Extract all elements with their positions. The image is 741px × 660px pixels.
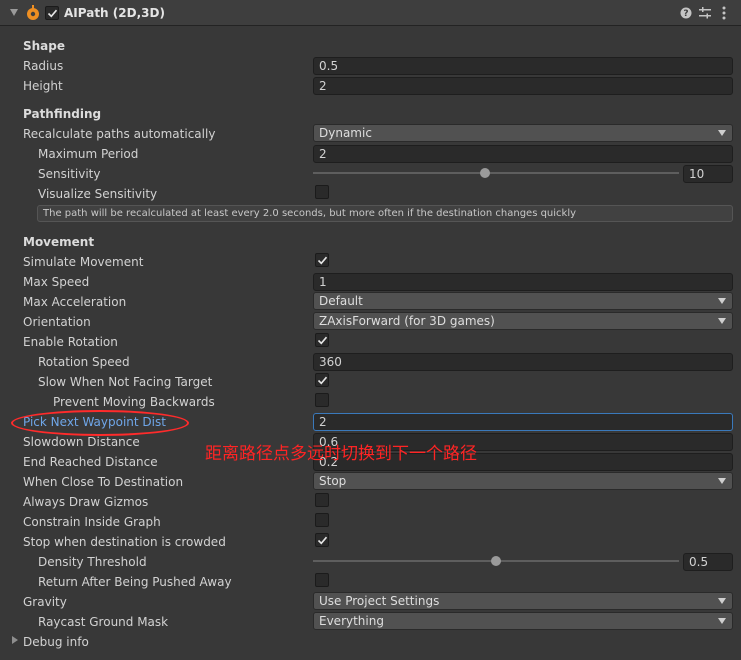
- section-shape: Shape: [23, 39, 66, 53]
- visualize-sensitivity-label: Visualize Sensitivity: [38, 187, 158, 201]
- visualize-sensitivity-checkbox[interactable]: [315, 185, 329, 199]
- stop-when-crowded-label: Stop when destination is crowded: [23, 535, 226, 549]
- script-icon: [25, 5, 41, 21]
- chevron-down-icon: [718, 478, 726, 484]
- checkmark-icon: [317, 536, 328, 545]
- checkmark-icon: [317, 376, 328, 385]
- help-icon[interactable]: ?: [680, 7, 692, 19]
- simulate-movement-label: Simulate Movement: [23, 255, 144, 269]
- radius-label: Radius: [23, 59, 64, 73]
- when-close-label: When Close To Destination: [23, 475, 184, 489]
- raycast-ground-mask-dropdown[interactable]: Everything: [313, 612, 733, 630]
- section-pathfinding: Pathfinding: [23, 107, 102, 121]
- component-title: AIPath (2D,3D): [64, 6, 165, 20]
- always-draw-gizmos-label: Always Draw Gizmos: [23, 495, 149, 509]
- component-enabled-checkbox[interactable]: [45, 6, 59, 20]
- annotation-note: 距离路径点多远时切换到下一个路径: [205, 444, 477, 464]
- stop-when-crowded-checkbox[interactable]: [315, 533, 329, 547]
- height-field[interactable]: 2: [313, 77, 733, 95]
- section-movement: Movement: [23, 235, 95, 249]
- chevron-down-icon: [718, 618, 726, 624]
- enable-rotation-label: Enable Rotation: [23, 335, 118, 349]
- max-speed-label: Max Speed: [23, 275, 90, 289]
- annotation-ellipse: [11, 410, 189, 436]
- sensitivity-field[interactable]: 10: [683, 165, 733, 183]
- more-options-icon[interactable]: [722, 6, 726, 20]
- recalculate-dropdown[interactable]: Dynamic: [313, 124, 733, 142]
- slow-when-not-facing-checkbox[interactable]: [315, 373, 329, 387]
- height-label: Height: [23, 79, 63, 93]
- return-after-pushed-checkbox[interactable]: [315, 573, 329, 587]
- max-speed-field[interactable]: 1: [313, 273, 733, 291]
- inspector-panel: AIPath (2D,3D) ? Shape Radius 0.5 Height…: [0, 0, 741, 660]
- enable-rotation-checkbox[interactable]: [315, 333, 329, 347]
- orientation-label: Orientation: [23, 315, 91, 329]
- maximum-period-label: Maximum Period: [38, 147, 139, 161]
- max-acceleration-label: Max Acceleration: [23, 295, 127, 309]
- always-draw-gizmos-checkbox[interactable]: [315, 493, 329, 507]
- debug-foldout-arrow-icon[interactable]: [12, 636, 18, 644]
- rotation-speed-label: Rotation Speed: [38, 355, 130, 369]
- sensitivity-slider-thumb[interactable]: [480, 168, 491, 178]
- chevron-down-icon: [718, 598, 726, 604]
- density-threshold-label: Density Threshold: [38, 555, 147, 569]
- checkmark-icon: [317, 256, 328, 265]
- max-acceleration-dropdown[interactable]: Default: [313, 292, 733, 310]
- checkmark-icon: [317, 336, 328, 345]
- orientation-value: ZAxisForward (for 3D games): [319, 314, 495, 328]
- debug-info-foldout[interactable]: Debug info: [23, 634, 89, 650]
- constrain-inside-graph-label: Constrain Inside Graph: [23, 515, 161, 529]
- simulate-movement-checkbox[interactable]: [315, 253, 329, 267]
- pick-next-waypoint-field[interactable]: 2: [313, 413, 733, 431]
- when-close-dropdown[interactable]: Stop: [313, 472, 733, 490]
- orientation-dropdown[interactable]: ZAxisForward (for 3D games): [313, 312, 733, 330]
- chevron-down-icon: [718, 318, 726, 324]
- max-acceleration-value: Default: [319, 294, 363, 308]
- recalculate-info-box: The path will be recalculated at least e…: [37, 205, 733, 222]
- gravity-dropdown[interactable]: Use Project Settings: [313, 592, 733, 610]
- return-after-pushed-label: Return After Being Pushed Away: [38, 575, 232, 589]
- chevron-down-icon: [718, 298, 726, 304]
- sensitivity-slider-track[interactable]: [313, 172, 679, 174]
- prevent-moving-backwards-label: Prevent Moving Backwards: [53, 395, 215, 409]
- raycast-ground-mask-value: Everything: [319, 614, 384, 628]
- when-close-value: Stop: [319, 474, 347, 488]
- constrain-inside-graph-checkbox[interactable]: [315, 513, 329, 527]
- maximum-period-field[interactable]: 2: [313, 145, 733, 163]
- recalculate-label: Recalculate paths automatically: [23, 127, 216, 141]
- raycast-ground-mask-label: Raycast Ground Mask: [38, 615, 169, 629]
- component-header[interactable]: AIPath (2D,3D) ?: [0, 0, 741, 26]
- recalculate-value: Dynamic: [319, 126, 372, 140]
- slow-when-not-facing-label: Slow When Not Facing Target: [38, 375, 213, 389]
- gravity-label: Gravity: [23, 595, 67, 609]
- gravity-value: Use Project Settings: [319, 594, 440, 608]
- end-reached-distance-label: End Reached Distance: [23, 455, 158, 469]
- svg-text:?: ?: [683, 9, 688, 19]
- prevent-moving-backwards-checkbox[interactable]: [315, 393, 329, 407]
- density-threshold-field[interactable]: 0.5: [683, 553, 733, 571]
- radius-field[interactable]: 0.5: [313, 57, 733, 75]
- presets-icon[interactable]: [699, 7, 711, 19]
- chevron-down-icon: [718, 130, 726, 136]
- slowdown-distance-label: Slowdown Distance: [23, 435, 140, 449]
- density-slider-thumb[interactable]: [491, 556, 501, 566]
- foldout-arrow-icon[interactable]: [10, 9, 18, 16]
- sensitivity-label: Sensitivity: [38, 167, 101, 181]
- rotation-speed-field[interactable]: 360: [313, 353, 733, 371]
